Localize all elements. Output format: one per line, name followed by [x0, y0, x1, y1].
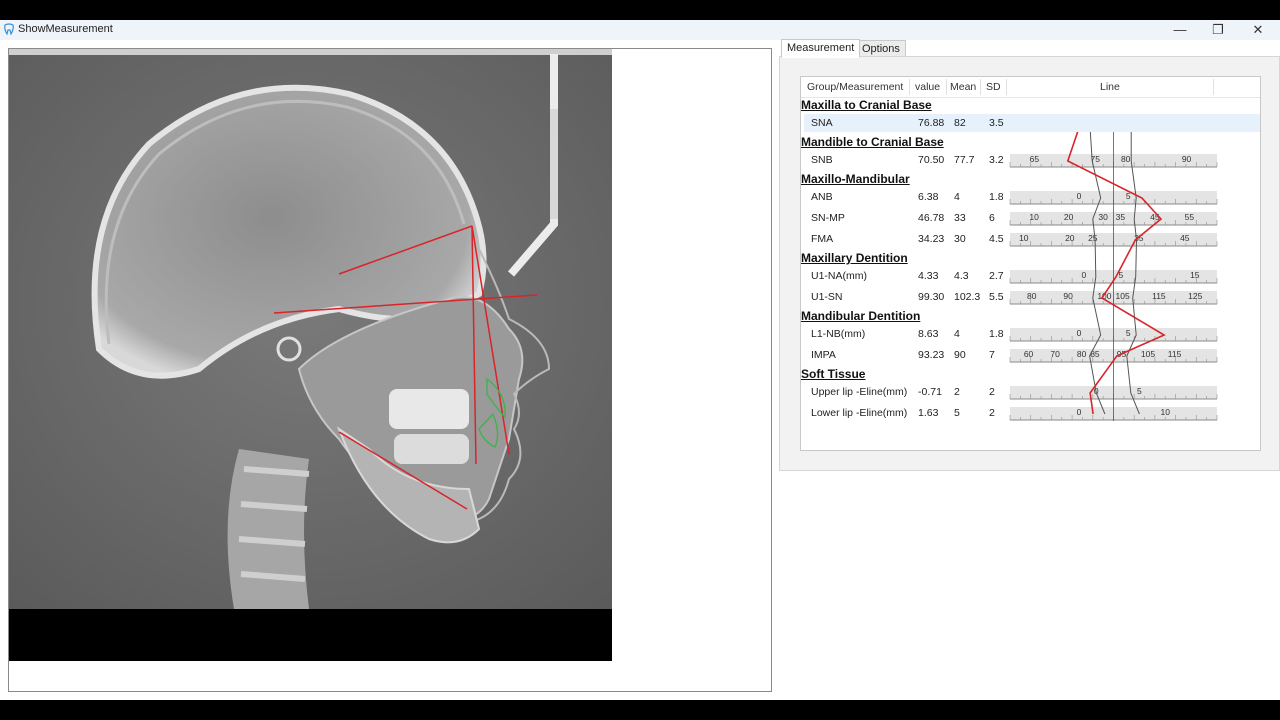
- measurement-sd[interactable]: 2: [989, 386, 995, 398]
- measurement-value[interactable]: 99.30: [918, 291, 944, 303]
- gauge-tick-label: 0: [1077, 191, 1082, 201]
- measurement-name[interactable]: U1-SN: [811, 291, 843, 303]
- cephalometric-xray-image[interactable]: [9, 49, 612, 661]
- measurement-name[interactable]: Upper lip -Eline(mm): [811, 386, 907, 398]
- gauge-tick-label: 80: [1027, 291, 1037, 301]
- gauge-tick-label: 5: [1137, 386, 1142, 396]
- measurement-sd[interactable]: 1.8: [989, 328, 1004, 340]
- gauge-tick-label: 15: [1190, 270, 1200, 280]
- measurement-value[interactable]: 1.63: [918, 407, 938, 419]
- close-button[interactable]: ✕: [1238, 20, 1278, 40]
- gauge-tick-label: 10: [1019, 233, 1029, 243]
- measurement-mean[interactable]: 33: [954, 212, 966, 224]
- tab-measurement[interactable]: Measurement: [781, 39, 861, 58]
- title-bar: ShowMeasurement — ❐ ✕: [0, 20, 1280, 40]
- measurement-value[interactable]: 76.88: [918, 117, 944, 129]
- gauge-tick-label: 105: [1141, 349, 1155, 359]
- measurement-value[interactable]: 6.38: [918, 191, 938, 203]
- gauge-tick-label: 80: [1121, 154, 1131, 164]
- measurement-name[interactable]: L1-NB(mm): [811, 328, 865, 340]
- gauge-tick-label: 90: [1063, 291, 1073, 301]
- gauge-tick-label: 80: [1077, 349, 1087, 359]
- group-header: Maxillo-Mandibular: [801, 172, 910, 186]
- xray-panel: [8, 48, 772, 692]
- measurement-value[interactable]: 8.63: [918, 328, 938, 340]
- gauge-tick-label: 115: [1168, 349, 1182, 359]
- gauge-tick-label: 10: [1029, 212, 1039, 222]
- gauge-tick-label: 70: [1050, 349, 1060, 359]
- gauge-tick-label: 45: [1180, 233, 1190, 243]
- measurement-mean[interactable]: 77.7: [954, 154, 974, 166]
- group-header: Mandible to Cranial Base: [801, 135, 944, 149]
- gauge-tick-label: 5: [1126, 328, 1131, 338]
- measurement-mean[interactable]: 2: [954, 386, 960, 398]
- gauge-tick-label: 0: [1077, 328, 1082, 338]
- gauge-tick-label: 115: [1152, 291, 1166, 301]
- show-measurement-window: ShowMeasurement — ❐ ✕ Measurement Option…: [0, 20, 1280, 700]
- gauge-tick-label: 85: [1090, 349, 1100, 359]
- measurement-mean[interactable]: 4: [954, 328, 960, 340]
- measurement-sd[interactable]: 2: [989, 407, 995, 419]
- tooth-icon: [4, 23, 14, 35]
- measurement-mean[interactable]: 5: [954, 407, 960, 419]
- gauge-tick-label: 25: [1088, 233, 1098, 243]
- measurement-mean[interactable]: 90: [954, 349, 966, 361]
- measurement-sd[interactable]: 5.5: [989, 291, 1004, 303]
- measurement-sd[interactable]: 7: [989, 349, 995, 361]
- window-title: ShowMeasurement: [18, 23, 113, 35]
- measurement-mean[interactable]: 30: [954, 233, 966, 245]
- measurement-sd[interactable]: 3.5: [989, 117, 1004, 129]
- gauge-tick-label: 30: [1098, 212, 1108, 222]
- measurement-name[interactable]: IMPA: [811, 349, 836, 361]
- measurement-mean[interactable]: 102.3: [954, 291, 980, 303]
- group-header: Maxillary Dentition: [801, 251, 908, 265]
- gauge-tick-label: 20: [1064, 212, 1074, 222]
- measurement-mean[interactable]: 82: [954, 117, 966, 129]
- measurement-value[interactable]: 34.23: [918, 233, 944, 245]
- measurement-name[interactable]: FMA: [811, 233, 833, 245]
- minimize-button[interactable]: —: [1160, 20, 1200, 40]
- gauge-tick-label: 90: [1182, 154, 1192, 164]
- measurement-sd[interactable]: 4.5: [989, 233, 1004, 245]
- group-header: Soft Tissue: [801, 367, 866, 381]
- gauge-tick-label: 10: [1161, 407, 1171, 417]
- taskbar-edge: [0, 700, 1280, 720]
- measurement-sd[interactable]: 3.2: [989, 154, 1004, 166]
- measurement-value[interactable]: 70.50: [918, 154, 944, 166]
- restore-button[interactable]: ❐: [1198, 20, 1238, 40]
- gauge-tick-label: 125: [1188, 291, 1202, 301]
- measurement-name[interactable]: SNA: [811, 117, 833, 129]
- measurement-value[interactable]: 4.33: [918, 270, 938, 282]
- gauge-tick-label: 60: [1024, 349, 1034, 359]
- measurement-grid: Group/Measurement value Mean SD Line 708…: [800, 76, 1261, 451]
- measurement-name[interactable]: SN-MP: [811, 212, 845, 224]
- measurement-value[interactable]: 46.78: [918, 212, 944, 224]
- selected-row-highlight[interactable]: [804, 114, 1260, 132]
- gauge-tick-label: 105: [1115, 291, 1129, 301]
- gauge-tick-label: 65: [1030, 154, 1040, 164]
- gauge-tick-label: 55: [1185, 212, 1195, 222]
- measurement-panel: Measurement Options Group/Measurement va…: [779, 39, 1280, 471]
- measurement-sd[interactable]: 1.8: [989, 191, 1004, 203]
- measurement-tabpage: Group/Measurement value Mean SD Line 708…: [779, 56, 1280, 471]
- measurement-value[interactable]: -0.71: [918, 386, 942, 398]
- gauge-tick-label: 35: [1116, 212, 1126, 222]
- gauge-tick-label: 0: [1077, 407, 1082, 417]
- measurement-name[interactable]: SNB: [811, 154, 833, 166]
- measurement-value[interactable]: 93.23: [918, 349, 944, 361]
- measurement-mean[interactable]: 4.3: [954, 270, 969, 282]
- gauge-tick-label: 0: [1082, 270, 1087, 280]
- measurement-name[interactable]: ANB: [811, 191, 833, 203]
- measurement-name[interactable]: Lower lip -Eline(mm): [811, 407, 907, 419]
- measurement-mean[interactable]: 4: [954, 191, 960, 203]
- group-header: Mandibular Dentition: [801, 309, 921, 323]
- measurement-name[interactable]: U1-NA(mm): [811, 270, 867, 282]
- group-header: Maxilla to Cranial Base: [801, 98, 932, 112]
- gauge-tick-label: 20: [1065, 233, 1075, 243]
- measurement-sd[interactable]: 6: [989, 212, 995, 224]
- measurement-sd[interactable]: 2.7: [989, 270, 1004, 282]
